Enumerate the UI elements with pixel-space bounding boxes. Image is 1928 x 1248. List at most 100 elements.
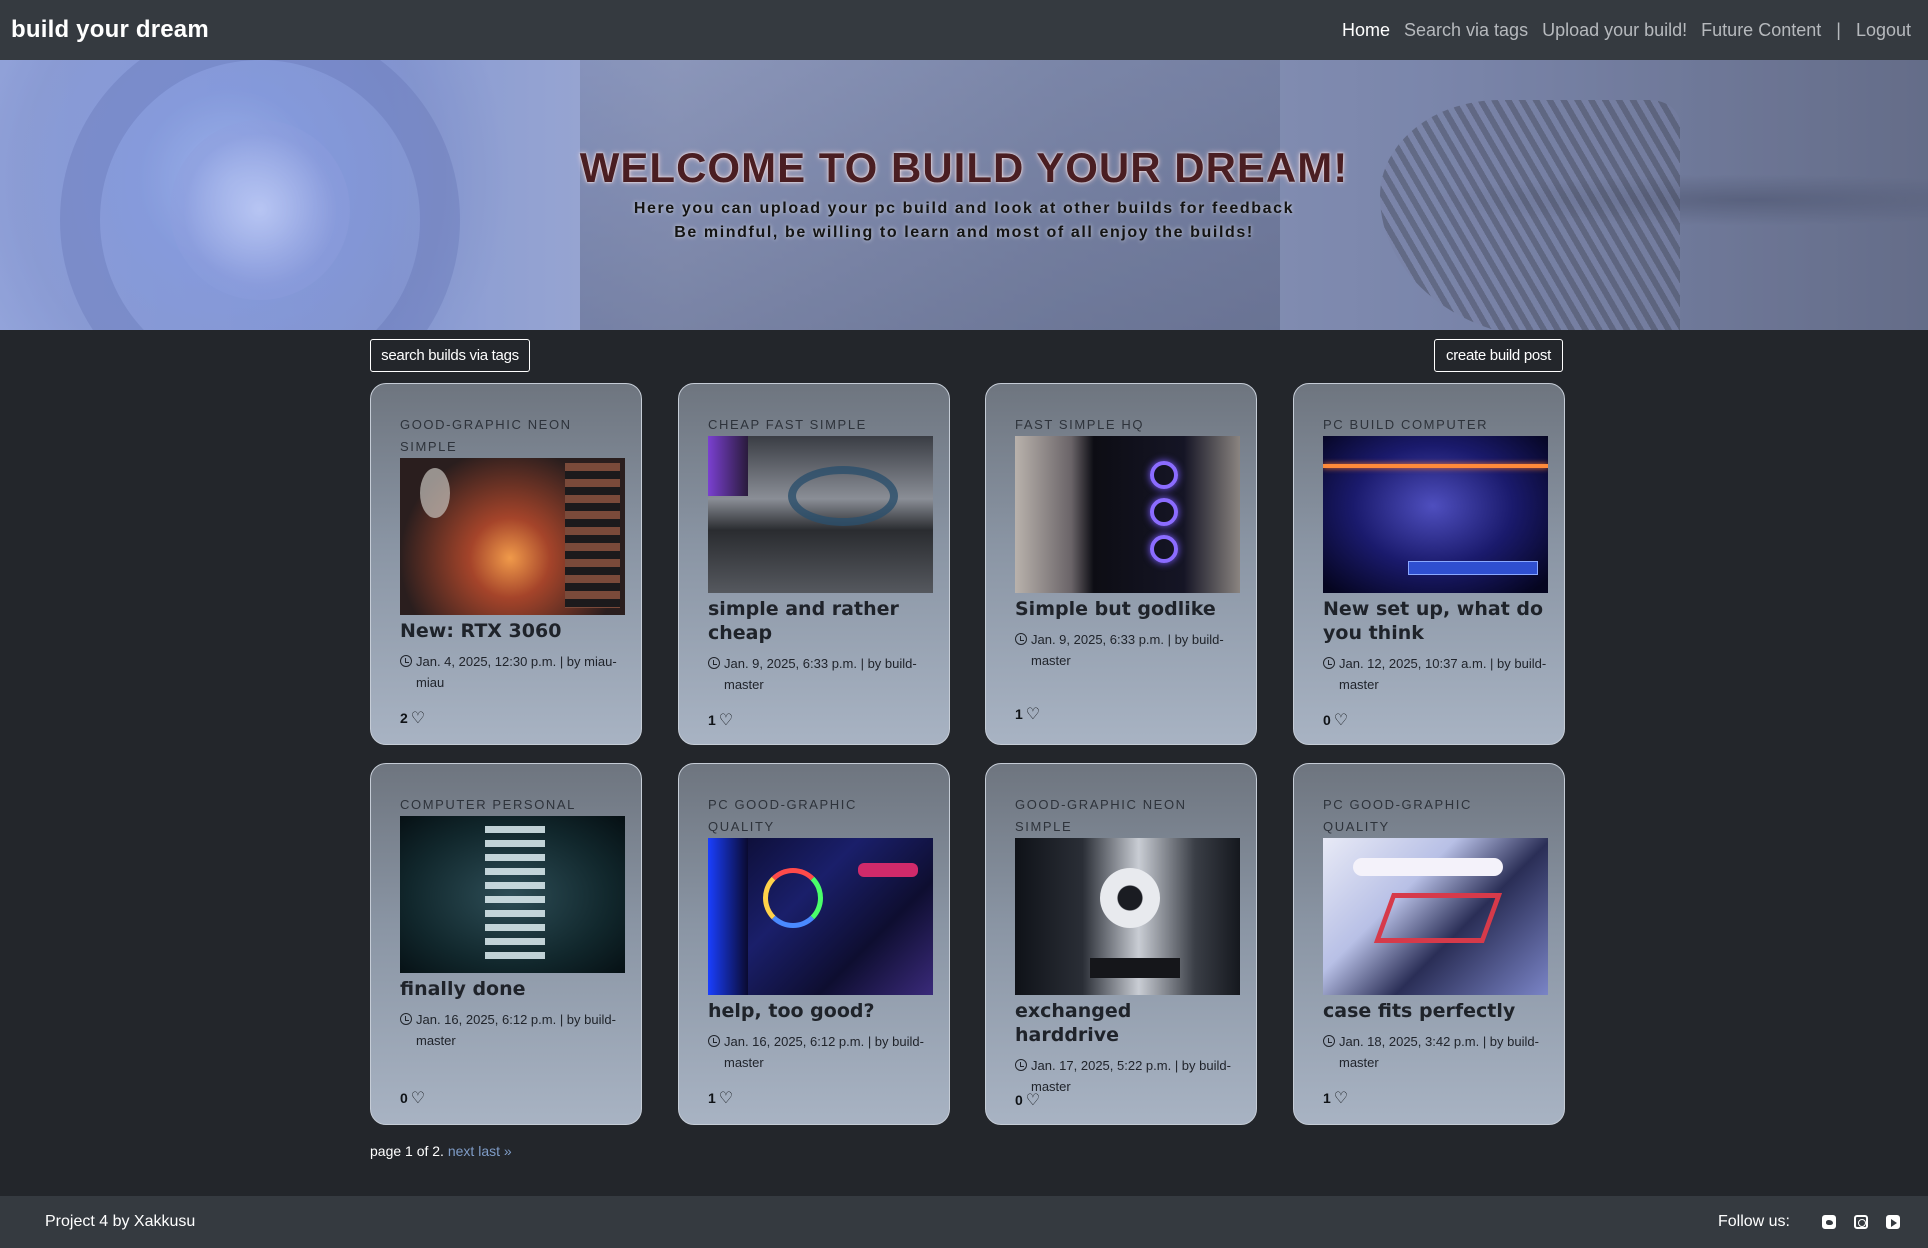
instagram-icon[interactable] [1854,1215,1868,1229]
hero-subtitle-2: Be mindful, be willing to learn and most… [674,224,1254,241]
card-tags: PC GOOD-GRAPHIC QUALITY [1323,797,1472,834]
heart-icon[interactable]: ♡ [411,1088,425,1108]
like-count: 0 [1015,1092,1023,1108]
build-card[interactable]: PC GOOD-GRAPHIC QUALITY case fits perfec… [1293,763,1565,1125]
hero-subtitle-1: Here you can upload your pc build and lo… [633,200,1295,217]
card-likes[interactable]: 1 ♡ [1323,1088,1348,1108]
heart-icon[interactable]: ♡ [1026,1090,1040,1110]
heart-icon[interactable]: ♡ [719,1088,733,1108]
card-likes[interactable]: 0 ♡ [1323,710,1348,730]
nav-upload[interactable]: Upload your build! [1535,20,1694,41]
build-thumbnail[interactable] [708,436,933,593]
clock-icon [400,1013,412,1025]
card-tags: GOOD-GRAPHIC NEON SIMPLE [1015,797,1187,834]
build-thumbnail[interactable] [400,458,625,615]
nav-links: Home Search via tags Upload your build! … [1335,20,1918,41]
heart-icon[interactable]: ♡ [1026,704,1040,724]
pagination-last[interactable]: last » [478,1143,511,1159]
card-meta: Jan. 16, 2025, 6:12 p.m. | by build-mast… [708,1031,933,1073]
card-likes[interactable]: 0 ♡ [400,1088,425,1108]
card-tags: GOOD-GRAPHIC NEON SIMPLE [400,417,572,454]
card-title[interactable]: simple and rather cheap [708,597,933,645]
pagination-next[interactable]: next [448,1143,474,1159]
heart-icon[interactable]: ♡ [1334,1088,1348,1108]
social-links: Follow us: [1718,1213,1900,1231]
card-title[interactable]: Simple but godlike [1015,597,1240,621]
build-card[interactable]: PC BUILD COMPUTER New set up, what do yo… [1293,383,1565,745]
pagination-status: page 1 of 2. [370,1143,444,1159]
card-meta-text: Jan. 9, 2025, 6:33 p.m. | by build-maste… [1031,632,1224,668]
build-card[interactable]: CHEAP FAST SIMPLE simple and rather chea… [678,383,950,745]
hero-title: WELCOME TO BUILD YOUR DREAM! [579,144,1349,191]
clock-icon [708,657,720,669]
nav-search-tags[interactable]: Search via tags [1397,20,1535,41]
clock-icon [400,655,412,667]
navbar: build your dream Home Search via tags Up… [0,0,1928,60]
card-meta-text: Jan. 12, 2025, 10:37 a.m. | by build-mas… [1339,656,1547,692]
build-card[interactable]: GOOD-GRAPHIC NEON SIMPLE New: RTX 3060 J… [370,383,642,745]
hero-banner: WELCOME TO BUILD YOUR DREAM! Here you ca… [0,60,1928,330]
build-thumbnail[interactable] [400,816,625,973]
build-card[interactable]: FAST SIMPLE HQ Simple but godlike Jan. 9… [985,383,1257,745]
card-likes[interactable]: 1 ♡ [1015,704,1040,724]
card-meta: Jan. 17, 2025, 5:22 p.m. | by build-mast… [1015,1055,1240,1097]
card-title[interactable]: New: RTX 3060 [400,619,625,643]
like-count: 0 [1323,712,1331,728]
card-meta: Jan. 9, 2025, 6:33 p.m. | by build-maste… [1015,629,1240,671]
like-count: 2 [400,710,408,726]
build-thumbnail[interactable] [708,838,933,995]
card-meta: Jan. 4, 2025, 12:30 p.m. | by miau-miau [400,651,625,693]
build-thumbnail[interactable] [1323,838,1548,995]
build-thumbnail[interactable] [1323,436,1548,593]
footer: Project 4 by Xakkusu Follow us: [0,1196,1928,1248]
card-meta-text: Jan. 17, 2025, 5:22 p.m. | by build-mast… [1031,1058,1231,1094]
card-likes[interactable]: 0 ♡ [1015,1090,1040,1110]
create-build-post-button[interactable]: create build post [1434,339,1563,372]
clock-icon [1015,633,1027,645]
like-count: 1 [708,1090,716,1106]
nav-home[interactable]: Home [1335,20,1397,41]
build-card[interactable]: GOOD-GRAPHIC NEON SIMPLE exchanged hardd… [985,763,1257,1125]
card-meta: Jan. 18, 2025, 3:42 p.m. | by build-mast… [1323,1031,1548,1073]
build-card[interactable]: PC GOOD-GRAPHIC QUALITY help, too good? … [678,763,950,1125]
follow-label: Follow us: [1717,1213,1790,1230]
card-title[interactable]: case fits perfectly [1323,999,1548,1023]
like-count: 1 [1323,1090,1331,1106]
nav-separator: | [1836,19,1841,40]
nav-future-content[interactable]: Future Content [1694,20,1828,41]
card-title[interactable]: exchanged harddrive [1015,999,1240,1047]
twitter-icon[interactable] [1822,1215,1836,1229]
search-builds-button[interactable]: search builds via tags [370,339,530,372]
card-meta-text: Jan. 16, 2025, 6:12 p.m. | by build-mast… [416,1012,616,1048]
card-meta: Jan. 9, 2025, 6:33 p.m. | by build-maste… [708,653,933,695]
brand-logo[interactable]: build your dream [11,16,209,44]
card-likes[interactable]: 1 ♡ [708,1088,733,1108]
card-title[interactable]: New set up, what do you think [1323,597,1548,645]
clock-icon [1015,1059,1027,1071]
card-meta: Jan. 12, 2025, 10:37 a.m. | by build-mas… [1323,653,1548,695]
card-meta-text: Jan. 18, 2025, 3:42 p.m. | by build-mast… [1339,1034,1539,1070]
build-thumbnail[interactable] [1015,838,1240,995]
card-tags: FAST SIMPLE HQ [1015,417,1145,432]
card-tags: PC GOOD-GRAPHIC QUALITY [708,797,857,834]
card-likes[interactable]: 1 ♡ [708,710,733,730]
heart-icon[interactable]: ♡ [719,710,733,730]
like-count: 1 [1015,706,1023,722]
heart-icon[interactable]: ♡ [411,708,425,728]
card-tags: PC BUILD COMPUTER [1323,417,1489,432]
card-likes[interactable]: 2 ♡ [400,708,425,728]
heart-icon[interactable]: ♡ [1334,710,1348,730]
build-card[interactable]: COMPUTER PERSONAL finally done Jan. 16, … [370,763,642,1125]
hero-overlay [0,60,1928,330]
card-meta: Jan. 16, 2025, 6:12 p.m. | by build-mast… [400,1009,625,1051]
card-meta-text: Jan. 9, 2025, 6:33 p.m. | by build-maste… [724,656,917,692]
card-tags: COMPUTER PERSONAL [400,797,577,812]
youtube-icon[interactable] [1886,1215,1900,1229]
nav-logout[interactable]: Logout [1849,20,1918,41]
card-title[interactable]: finally done [400,977,625,1001]
card-tags: CHEAP FAST SIMPLE [708,417,867,432]
footer-credit: Project 4 by Xakkusu [45,1213,196,1230]
build-thumbnail[interactable] [1015,436,1240,593]
card-meta-text: Jan. 4, 2025, 12:30 p.m. | by miau-miau [416,654,617,690]
card-title[interactable]: help, too good? [708,999,933,1023]
